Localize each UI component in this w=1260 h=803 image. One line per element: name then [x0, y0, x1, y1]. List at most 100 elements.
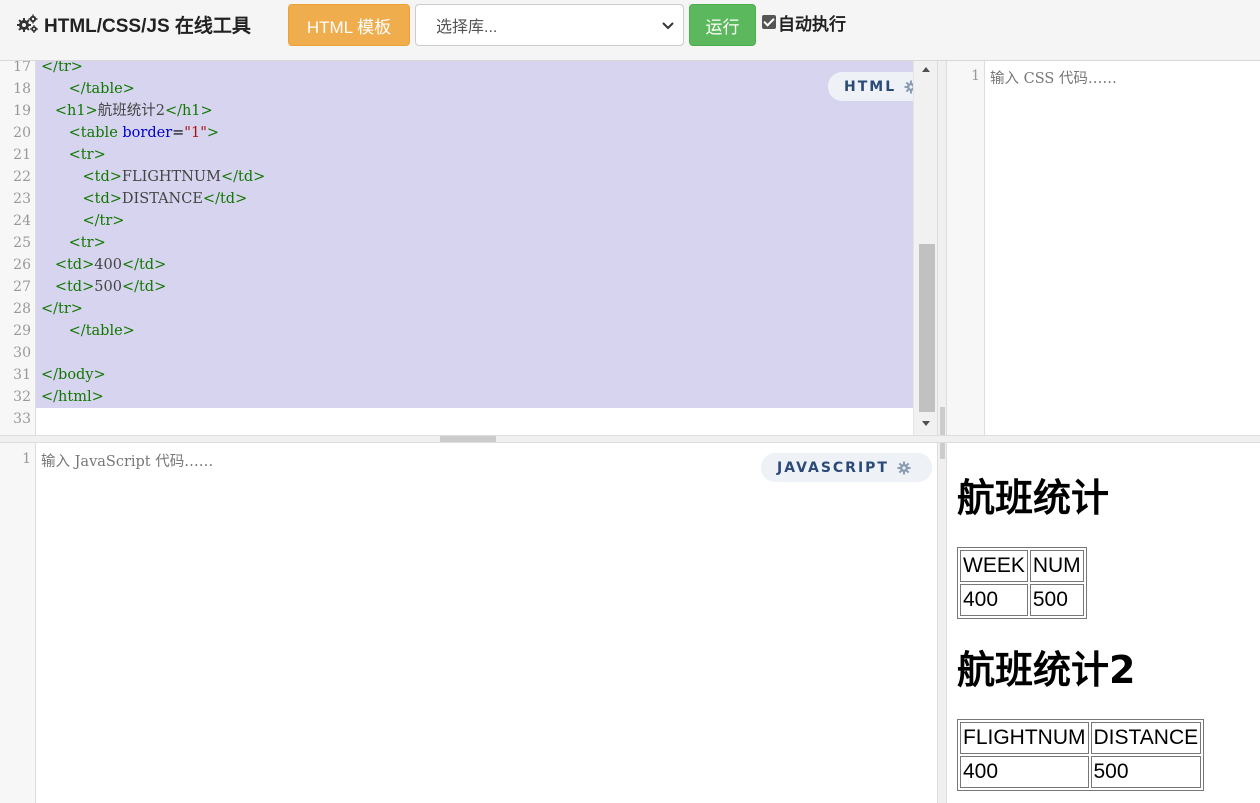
code-line[interactable]: 24 </tr>	[0, 210, 913, 232]
table-cell: NUM	[1029, 550, 1084, 582]
scroll-down-arrow[interactable]	[922, 421, 930, 426]
code-line[interactable]: 28 </tr>	[0, 298, 913, 320]
line-number: 33	[13, 411, 31, 427]
code-line[interactable]: 30	[0, 342, 913, 364]
code-line[interactable]: 17 </tr>	[0, 61, 913, 78]
table-cell: 400	[960, 756, 1089, 788]
selection-highlight	[36, 364, 913, 386]
selection-highlight	[36, 320, 913, 342]
line-number: 1	[971, 68, 980, 84]
code-text[interactable]: </tr>	[41, 61, 83, 78]
code-text[interactable]: <tr>	[41, 144, 106, 166]
code-line[interactable]: 26 <td>400</td>	[0, 254, 913, 276]
code-line[interactable]: 22 <td>FLIGHTNUM</td>	[0, 166, 913, 188]
table-cell: 500	[1090, 756, 1202, 788]
code-text[interactable]: <h1>航班统计2</h1>	[41, 100, 213, 122]
auto-run-label: 自动执行	[778, 14, 846, 34]
scroll-up-arrow[interactable]	[922, 67, 930, 72]
code-text[interactable]: <td>500</td>	[41, 276, 166, 298]
javascript-mode-badge[interactable]: JAVASCRIPT	[761, 453, 932, 482]
code-text[interactable]: <td>FLIGHTNUM</td>	[41, 166, 265, 188]
javascript-mode-label: JAVASCRIPT	[777, 459, 889, 476]
code-line[interactable]: 27 <td>500</td>	[0, 276, 913, 298]
code-text[interactable]: <td>400</td>	[41, 254, 166, 276]
preview-table-1: WEEK NUM 400 500	[957, 547, 1087, 619]
code-text[interactable]: </body>	[41, 364, 106, 386]
line-number: 30	[13, 345, 31, 361]
code-line[interactable]: 18 </table>	[0, 78, 913, 100]
line-number: 26	[13, 257, 31, 273]
line-number: 19	[13, 103, 31, 119]
toolbar: HTML/CSS/JS 在线工具 HTML 模板 选择库... 运行 自动执行	[0, 0, 1260, 61]
code-text[interactable]: </tr>	[41, 210, 124, 232]
brand-title: HTML/CSS/JS 在线工具	[44, 15, 251, 37]
code-line[interactable]: 31 </body>	[0, 364, 913, 386]
html-editor[interactable]: 17 </tr> 18 </table> 19 <h1>航班统计2</h1> 20 <t…	[0, 61, 937, 435]
selection-highlight	[36, 254, 913, 276]
vertical-splitter[interactable]	[937, 61, 947, 803]
table-row: WEEK NUM	[960, 550, 1084, 582]
line-number-gutter	[0, 443, 36, 803]
code-line[interactable]: 29 </table>	[0, 320, 913, 342]
auto-run-checkbox[interactable]	[762, 15, 776, 29]
selection-highlight	[36, 298, 913, 320]
auto-run-toggle[interactable]: 自动执行	[762, 12, 846, 34]
html-template-button[interactable]: HTML 模板	[288, 4, 410, 46]
splitter-grip[interactable]	[440, 436, 496, 442]
horizontal-splitter-right[interactable]	[947, 435, 1260, 443]
line-number-gutter	[947, 61, 985, 435]
code-line[interactable]: 25 <tr>	[0, 232, 913, 254]
horizontal-splitter-left[interactable]	[0, 435, 947, 443]
code-text[interactable]: </table>	[41, 78, 135, 100]
library-select-value: 选择库...	[436, 19, 498, 36]
result-preview: 航班统计 WEEK NUM 400 500 航班统计2 FLIGHTNUM DI…	[947, 443, 1260, 803]
code-text[interactable]: </tr>	[41, 298, 83, 320]
css-editor[interactable]: 1 输入 CSS 代码……	[947, 61, 1260, 435]
chevron-down-icon	[662, 22, 674, 30]
code-text[interactable]: <tr>	[41, 232, 106, 254]
table-cell: 500	[1029, 584, 1084, 616]
preview-heading-1: 航班统计	[957, 476, 1110, 520]
code-line[interactable]: 23 <td>DISTANCE</td>	[0, 188, 913, 210]
code-line[interactable]: 32 </html>	[0, 386, 913, 408]
code-line[interactable]: 20 <table border="1">	[0, 122, 913, 144]
table-cell: WEEK	[960, 550, 1028, 582]
table-row: FLIGHTNUM DISTANCE	[960, 722, 1202, 754]
line-number: 32	[13, 389, 31, 405]
library-select[interactable]: 选择库...	[415, 4, 684, 46]
code-area[interactable]: 17 </tr> 18 </table> 19 <h1>航班统计2</h1> 20 <t…	[0, 61, 913, 430]
line-number: 17	[13, 61, 31, 75]
selection-highlight	[36, 276, 913, 298]
line-number: 28	[13, 301, 31, 317]
vertical-scrollbar[interactable]	[913, 61, 937, 435]
gear-icon[interactable]	[897, 461, 911, 475]
code-line[interactable]: 19 <h1>航班统计2</h1>	[0, 100, 913, 122]
code-text[interactable]: <td>DISTANCE</td>	[41, 188, 247, 210]
line-number: 23	[13, 191, 31, 207]
line-number: 24	[13, 213, 31, 229]
code-text[interactable]: </table>	[41, 320, 135, 342]
preview-table-2: FLIGHTNUM DISTANCE 400 500	[957, 719, 1205, 791]
table-row: 400 500	[960, 756, 1202, 788]
line-number: 18	[13, 81, 31, 97]
html-mode-label: HTML	[844, 78, 897, 95]
gears-icon	[16, 13, 40, 35]
brand: HTML/CSS/JS 在线工具	[16, 10, 251, 38]
selection-highlight	[36, 342, 913, 364]
line-number: 1	[22, 451, 31, 467]
scrollbar-thumb[interactable]	[919, 244, 935, 412]
preview-heading-2: 航班统计2	[957, 648, 1136, 692]
table-cell: FLIGHTNUM	[960, 722, 1089, 754]
code-text[interactable]: </html>	[41, 386, 104, 408]
javascript-placeholder: 输入 JavaScript 代码……	[41, 454, 214, 470]
code-text[interactable]: <table border="1">	[41, 122, 219, 144]
code-line[interactable]: 21 <tr>	[0, 144, 913, 166]
run-button[interactable]: 运行	[689, 4, 756, 46]
css-placeholder: 输入 CSS 代码……	[990, 71, 1117, 87]
splitter-grip[interactable]	[940, 407, 945, 459]
code-line[interactable]: 33	[0, 408, 913, 430]
table-cell: 400	[960, 584, 1028, 616]
line-number: 29	[13, 323, 31, 339]
javascript-editor[interactable]: 1 输入 JavaScript 代码…… JAVASCRIPT	[0, 443, 937, 803]
table-row: 400 500	[960, 584, 1084, 616]
